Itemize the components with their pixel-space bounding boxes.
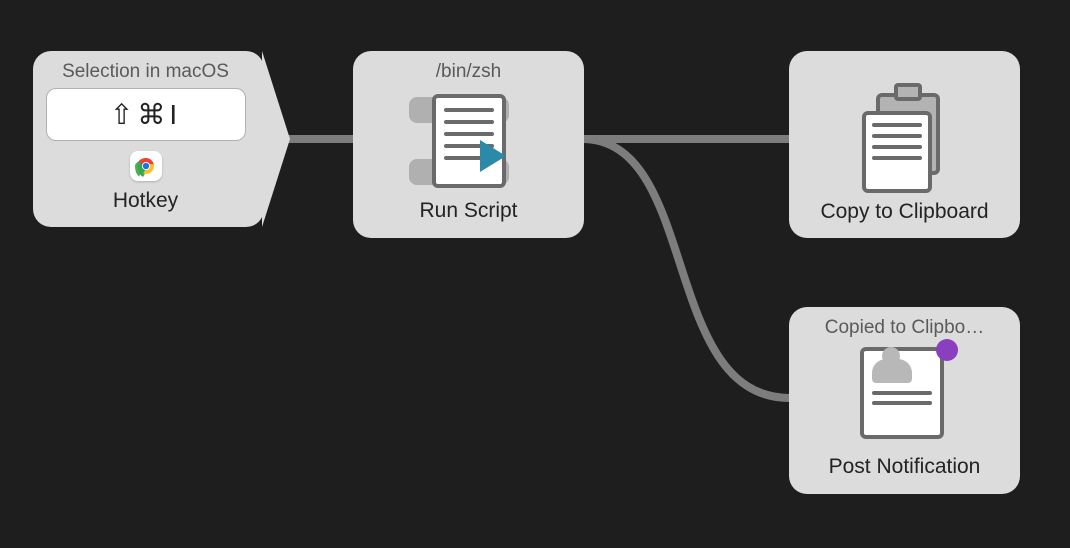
script-icon <box>425 91 513 191</box>
script-header: /bin/zsh <box>436 61 501 83</box>
play-icon <box>480 140 506 172</box>
avatar-icon <box>872 359 912 383</box>
hotkey-arrow-tip <box>262 51 290 227</box>
script-footer: Run Script <box>419 199 517 223</box>
clipboard-footer: Copy to Clipboard <box>820 200 988 224</box>
clipboard-node[interactable]: Copy to Clipboard <box>789 51 1020 238</box>
hotkey-footer: Hotkey <box>113 189 178 213</box>
run-script-node[interactable]: /bin/zsh Run Script <box>353 51 584 238</box>
clipboard-header <box>902 61 907 83</box>
workflow-canvas[interactable]: Selection in macOS ⇧⌘I Hotkey /bin/zsh <box>0 0 1070 548</box>
notification-icon <box>860 347 950 447</box>
notification-badge-icon <box>936 339 958 361</box>
notify-header: Copied to Clipbo… <box>825 317 984 339</box>
hotkey-app-icon <box>130 151 162 181</box>
clipboard-icon <box>862 93 948 192</box>
notification-node[interactable]: Copied to Clipbo… Post Notification <box>789 307 1020 494</box>
hotkey-header: Selection in macOS <box>62 61 229 82</box>
hotkey-shortcut: ⇧⌘I <box>46 88 246 141</box>
hotkey-node[interactable]: Selection in macOS ⇧⌘I Hotkey <box>33 51 264 227</box>
chrome-icon <box>134 154 158 178</box>
notify-footer: Post Notification <box>829 455 981 479</box>
